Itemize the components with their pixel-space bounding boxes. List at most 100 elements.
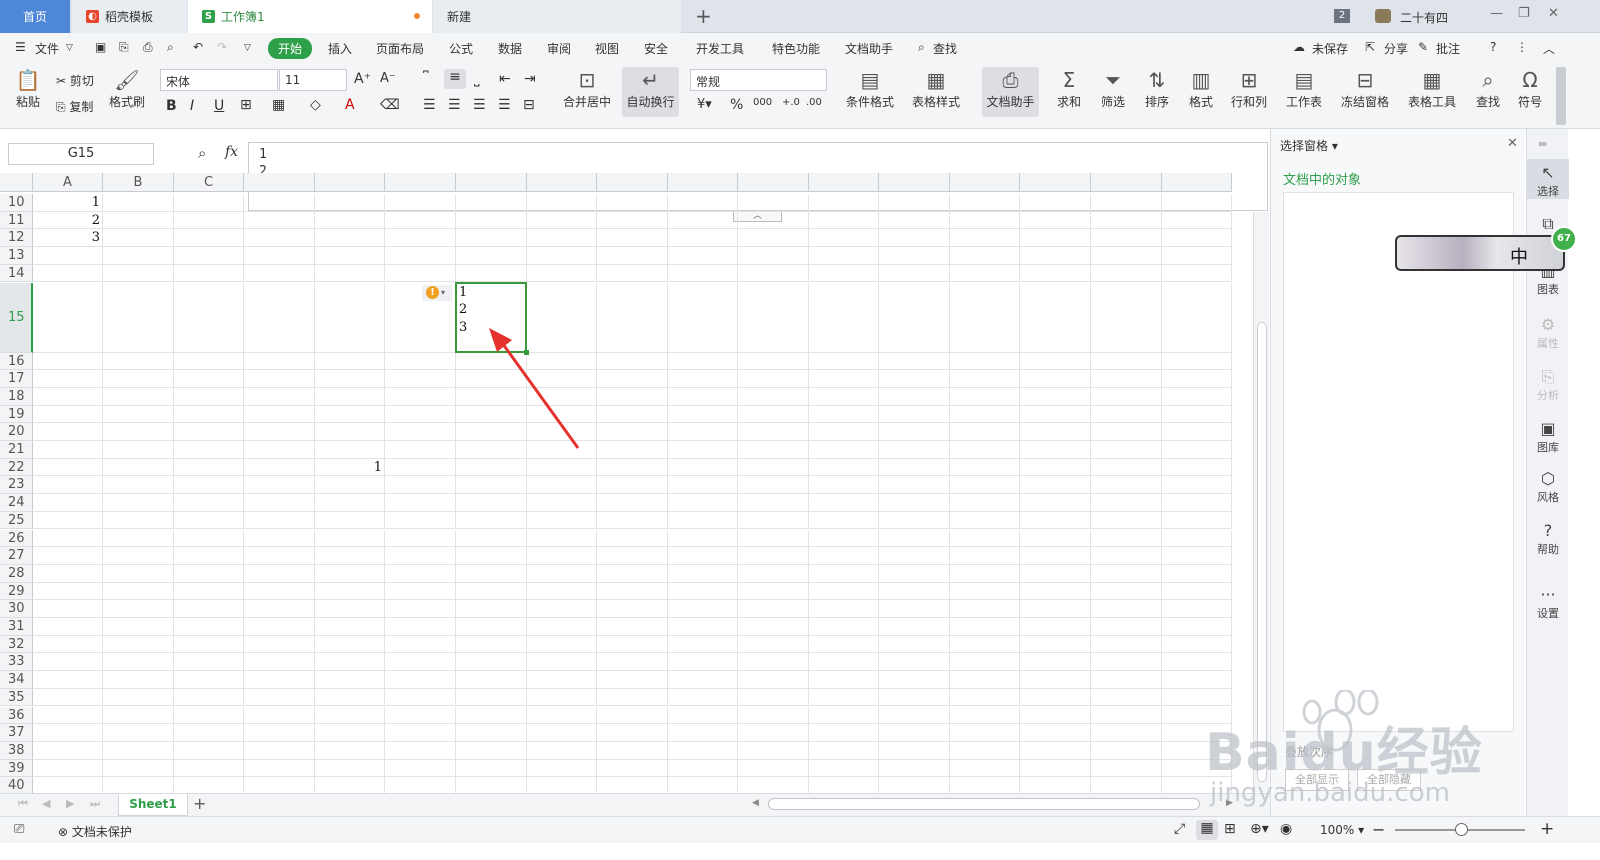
grid-cell[interactable] (1162, 564, 1232, 583)
sidebar-item-property[interactable]: ⚙ 属性 (1527, 315, 1569, 351)
grid-cell[interactable] (385, 247, 456, 265)
column-header[interactable] (244, 173, 315, 192)
grid-cell[interactable] (950, 547, 1020, 565)
grid-cell[interactable] (809, 352, 879, 371)
grid-cell[interactable] (315, 653, 385, 672)
grid-cell[interactable] (103, 671, 174, 689)
grid-cell[interactable] (597, 194, 668, 212)
hide-all-button[interactable]: 全部隐藏 (1357, 769, 1421, 791)
grid-cell[interactable] (527, 564, 597, 583)
grid-cell[interactable] (950, 653, 1020, 672)
grid-cell[interactable] (456, 229, 527, 248)
grid-cell[interactable] (456, 688, 527, 707)
save-icon[interactable]: ▣ (95, 40, 106, 54)
grid-cell[interactable] (597, 529, 668, 548)
grid-cell[interactable] (527, 352, 597, 371)
grid-cell[interactable] (315, 387, 385, 406)
comment-button[interactable]: 批注 (1436, 40, 1460, 57)
grid-cell[interactable] (456, 547, 527, 565)
grid-cell[interactable] (527, 600, 597, 618)
grid-cell[interactable] (1162, 635, 1232, 654)
grid-cell[interactable] (1091, 352, 1162, 371)
grid-cell[interactable] (174, 423, 244, 441)
grid-cell[interactable] (315, 476, 385, 495)
grid-cell[interactable] (244, 741, 315, 760)
grid-cell[interactable] (244, 247, 315, 265)
grid-cell[interactable] (668, 564, 738, 583)
grid-cell[interactable] (315, 777, 385, 793)
grid-cell[interactable] (244, 423, 315, 441)
grid-cell[interactable] (527, 706, 597, 725)
grid-cell[interactable] (174, 741, 244, 760)
grid-cell[interactable] (33, 564, 103, 583)
grid-cell[interactable] (174, 370, 244, 388)
grid-cell[interactable] (527, 264, 597, 283)
grid-cell[interactable] (950, 582, 1020, 601)
grid-cell[interactable] (809, 706, 879, 725)
cell-a11[interactable]: 2 (33, 213, 100, 228)
grid-cell[interactable] (950, 423, 1020, 441)
grid-cell[interactable] (315, 635, 385, 654)
row-header[interactable]: 28 (0, 564, 33, 583)
row-header[interactable]: 13 (0, 247, 33, 265)
first-sheet-icon[interactable]: ⏮ (18, 797, 28, 811)
row-header[interactable]: 19 (0, 405, 33, 424)
grid-cell[interactable] (174, 229, 244, 248)
grid-cell[interactable] (527, 618, 597, 636)
grid-cell[interactable] (385, 211, 456, 230)
tab-workbook[interactable]: S 工作簿1 (188, 0, 432, 33)
grid-cell[interactable] (103, 370, 174, 388)
increase-decimal-icon[interactable]: +.0 (782, 97, 800, 108)
grid-cell[interactable] (879, 387, 950, 406)
grid-cell[interactable] (103, 441, 174, 459)
column-header[interactable]: A (33, 173, 103, 192)
grid-cell[interactable] (1020, 423, 1091, 441)
grid-cell[interactable] (950, 600, 1020, 618)
column-header[interactable] (1091, 173, 1162, 192)
grid-cell[interactable] (879, 494, 950, 512)
grid-cell[interactable] (174, 511, 244, 530)
grid-cell[interactable] (1020, 529, 1091, 548)
grid-cell[interactable] (738, 777, 809, 793)
grid-cell[interactable] (244, 282, 315, 353)
row-header[interactable]: 37 (0, 724, 33, 742)
grid-cell[interactable] (385, 759, 456, 778)
grid-cell[interactable] (738, 264, 809, 283)
grid-cell[interactable] (174, 564, 244, 583)
grid-cell[interactable] (244, 600, 315, 618)
grid-cell[interactable] (1020, 264, 1091, 283)
menu-data[interactable]: 数据 (498, 40, 522, 57)
grid-cell[interactable] (385, 582, 456, 601)
grid-cell[interactable] (456, 441, 527, 459)
grid-cell[interactable] (33, 458, 103, 477)
ime-widget[interactable]: 中 (1395, 235, 1565, 271)
grid-cell[interactable] (809, 529, 879, 548)
grid-cell[interactable] (738, 759, 809, 778)
grid-cell[interactable] (809, 618, 879, 636)
menu-formula[interactable]: 公式 (449, 40, 473, 57)
fill-pattern-icon[interactable]: ▦ (272, 97, 285, 113)
grid-cell[interactable] (527, 759, 597, 778)
grid-cell[interactable] (174, 494, 244, 512)
grid-cell[interactable] (809, 194, 879, 212)
grid-cell[interactable] (1162, 247, 1232, 265)
grid-cell[interactable] (1020, 282, 1091, 353)
align-top-icon[interactable]: ⎴ (423, 71, 429, 87)
grid-cell[interactable] (174, 458, 244, 477)
grid-cell[interactable] (385, 564, 456, 583)
last-sheet-icon[interactable]: ⏭ (90, 797, 100, 811)
grid-cell[interactable] (1091, 688, 1162, 707)
grid-cell[interactable] (33, 671, 103, 689)
grid-cell[interactable] (456, 653, 527, 672)
grid-cell[interactable] (103, 547, 174, 565)
grid-cell[interactable] (668, 441, 738, 459)
grid-cell[interactable] (809, 423, 879, 441)
grid-cell[interactable] (738, 511, 809, 530)
column-header[interactable] (1162, 173, 1232, 192)
grid-cell[interactable] (1162, 529, 1232, 548)
grid-cell[interactable] (668, 582, 738, 601)
grid-cell[interactable] (1020, 370, 1091, 388)
grid-cell[interactable] (244, 688, 315, 707)
menu-doc-helper[interactable]: 文档助手 (845, 40, 893, 57)
grid-cell[interactable] (738, 211, 809, 230)
